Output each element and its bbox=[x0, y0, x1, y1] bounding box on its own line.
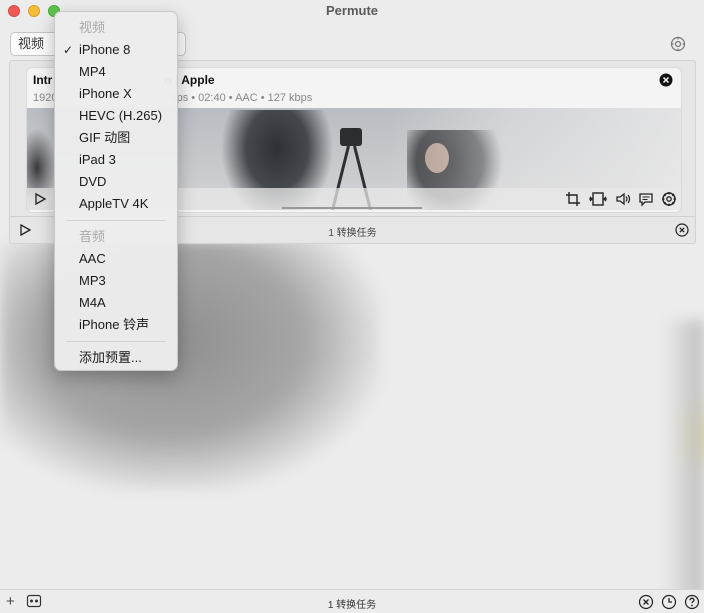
menu-item-audio-1[interactable]: MP3 bbox=[55, 270, 177, 292]
menu-item-audio-3[interactable]: iPhone 铃声 bbox=[55, 314, 177, 336]
play-icon[interactable] bbox=[33, 192, 47, 206]
job-title-start: Intr bbox=[33, 73, 53, 87]
help-icon[interactable] bbox=[684, 594, 700, 610]
minimize-window-button[interactable] bbox=[28, 5, 40, 17]
app-title: Permute bbox=[325, 3, 379, 18]
job-meta-end: bps • 02:40 • AAC • 127 kbps bbox=[170, 92, 313, 104]
checkmark-icon: ✓ bbox=[63, 43, 74, 57]
menu-item-label: M4A bbox=[79, 295, 106, 310]
menu-separator bbox=[66, 341, 166, 342]
close-window-button[interactable] bbox=[8, 5, 20, 17]
menu-item-label: iPad 3 bbox=[79, 152, 116, 167]
cancel-queue-icon[interactable] bbox=[675, 223, 689, 237]
menu-item-audio-2[interactable]: M4A bbox=[55, 292, 177, 314]
menu-item-video-3[interactable]: HEVC (H.265) bbox=[55, 105, 177, 127]
menu-item-video-2[interactable]: iPhone X bbox=[55, 83, 177, 105]
menu-item-label: AAC bbox=[79, 251, 106, 266]
film-icon[interactable] bbox=[588, 191, 608, 207]
background-blur-right bbox=[664, 320, 704, 600]
menu-item-video-1[interactable]: MP4 bbox=[55, 61, 177, 83]
subtitle-icon[interactable] bbox=[638, 191, 654, 207]
menu-item-label: MP4 bbox=[79, 64, 106, 79]
menu-item-label: AppleTV 4K bbox=[79, 196, 149, 211]
close-circle-icon[interactable] bbox=[638, 594, 654, 610]
menu-item-label: iPhone X bbox=[79, 86, 132, 101]
bottom-status: 1 转换任务 bbox=[327, 600, 377, 611]
format-select-label: 视频 bbox=[18, 36, 45, 51]
gear-icon[interactable] bbox=[661, 191, 677, 207]
preview-progress[interactable] bbox=[282, 207, 422, 209]
menu-header-video: 视频 bbox=[79, 20, 106, 35]
format-menu: 视频 ✓ iPhone 8 MP4 iPhone X HEVC (H.265) GIF 动… bbox=[54, 11, 178, 371]
menu-item-video-5[interactable]: iPad 3 bbox=[55, 149, 177, 171]
menu-item-label: MP3 bbox=[79, 273, 106, 288]
settings-icon[interactable] bbox=[670, 36, 686, 52]
menu-item-label: iPhone 铃声 bbox=[79, 317, 150, 332]
menu-item-video-6[interactable]: DVD bbox=[55, 171, 177, 193]
history-icon[interactable] bbox=[661, 594, 677, 610]
menu-item-label: GIF 动图 bbox=[79, 130, 131, 145]
menu-separator bbox=[66, 220, 166, 221]
menu-item-label: iPhone 8 bbox=[79, 42, 131, 57]
menu-item-audio-0[interactable]: AAC bbox=[55, 248, 177, 270]
menu-item-video-7[interactable]: AppleTV 4K bbox=[55, 193, 177, 215]
speaker-icon[interactable] bbox=[615, 191, 631, 207]
menu-header-audio: 音频 bbox=[79, 229, 106, 244]
app-window: Permute 视频 Intr o | Apple 1920 bps • 02:40… bbox=[0, 0, 704, 613]
crop-icon[interactable] bbox=[565, 191, 581, 207]
bottom-bar: + 1 转换任务 bbox=[0, 589, 704, 613]
menu-item-label: HEVC (H.265) bbox=[79, 108, 163, 123]
menu-item-label: DVD bbox=[79, 174, 107, 189]
menu-item-video-4[interactable]: GIF 动图 bbox=[55, 127, 177, 149]
menu-item-add-preset[interactable]: 添加预置... bbox=[55, 347, 177, 369]
remove-job-icon[interactable] bbox=[659, 73, 673, 87]
menu-item-video-0[interactable]: ✓ iPhone 8 bbox=[55, 39, 177, 61]
